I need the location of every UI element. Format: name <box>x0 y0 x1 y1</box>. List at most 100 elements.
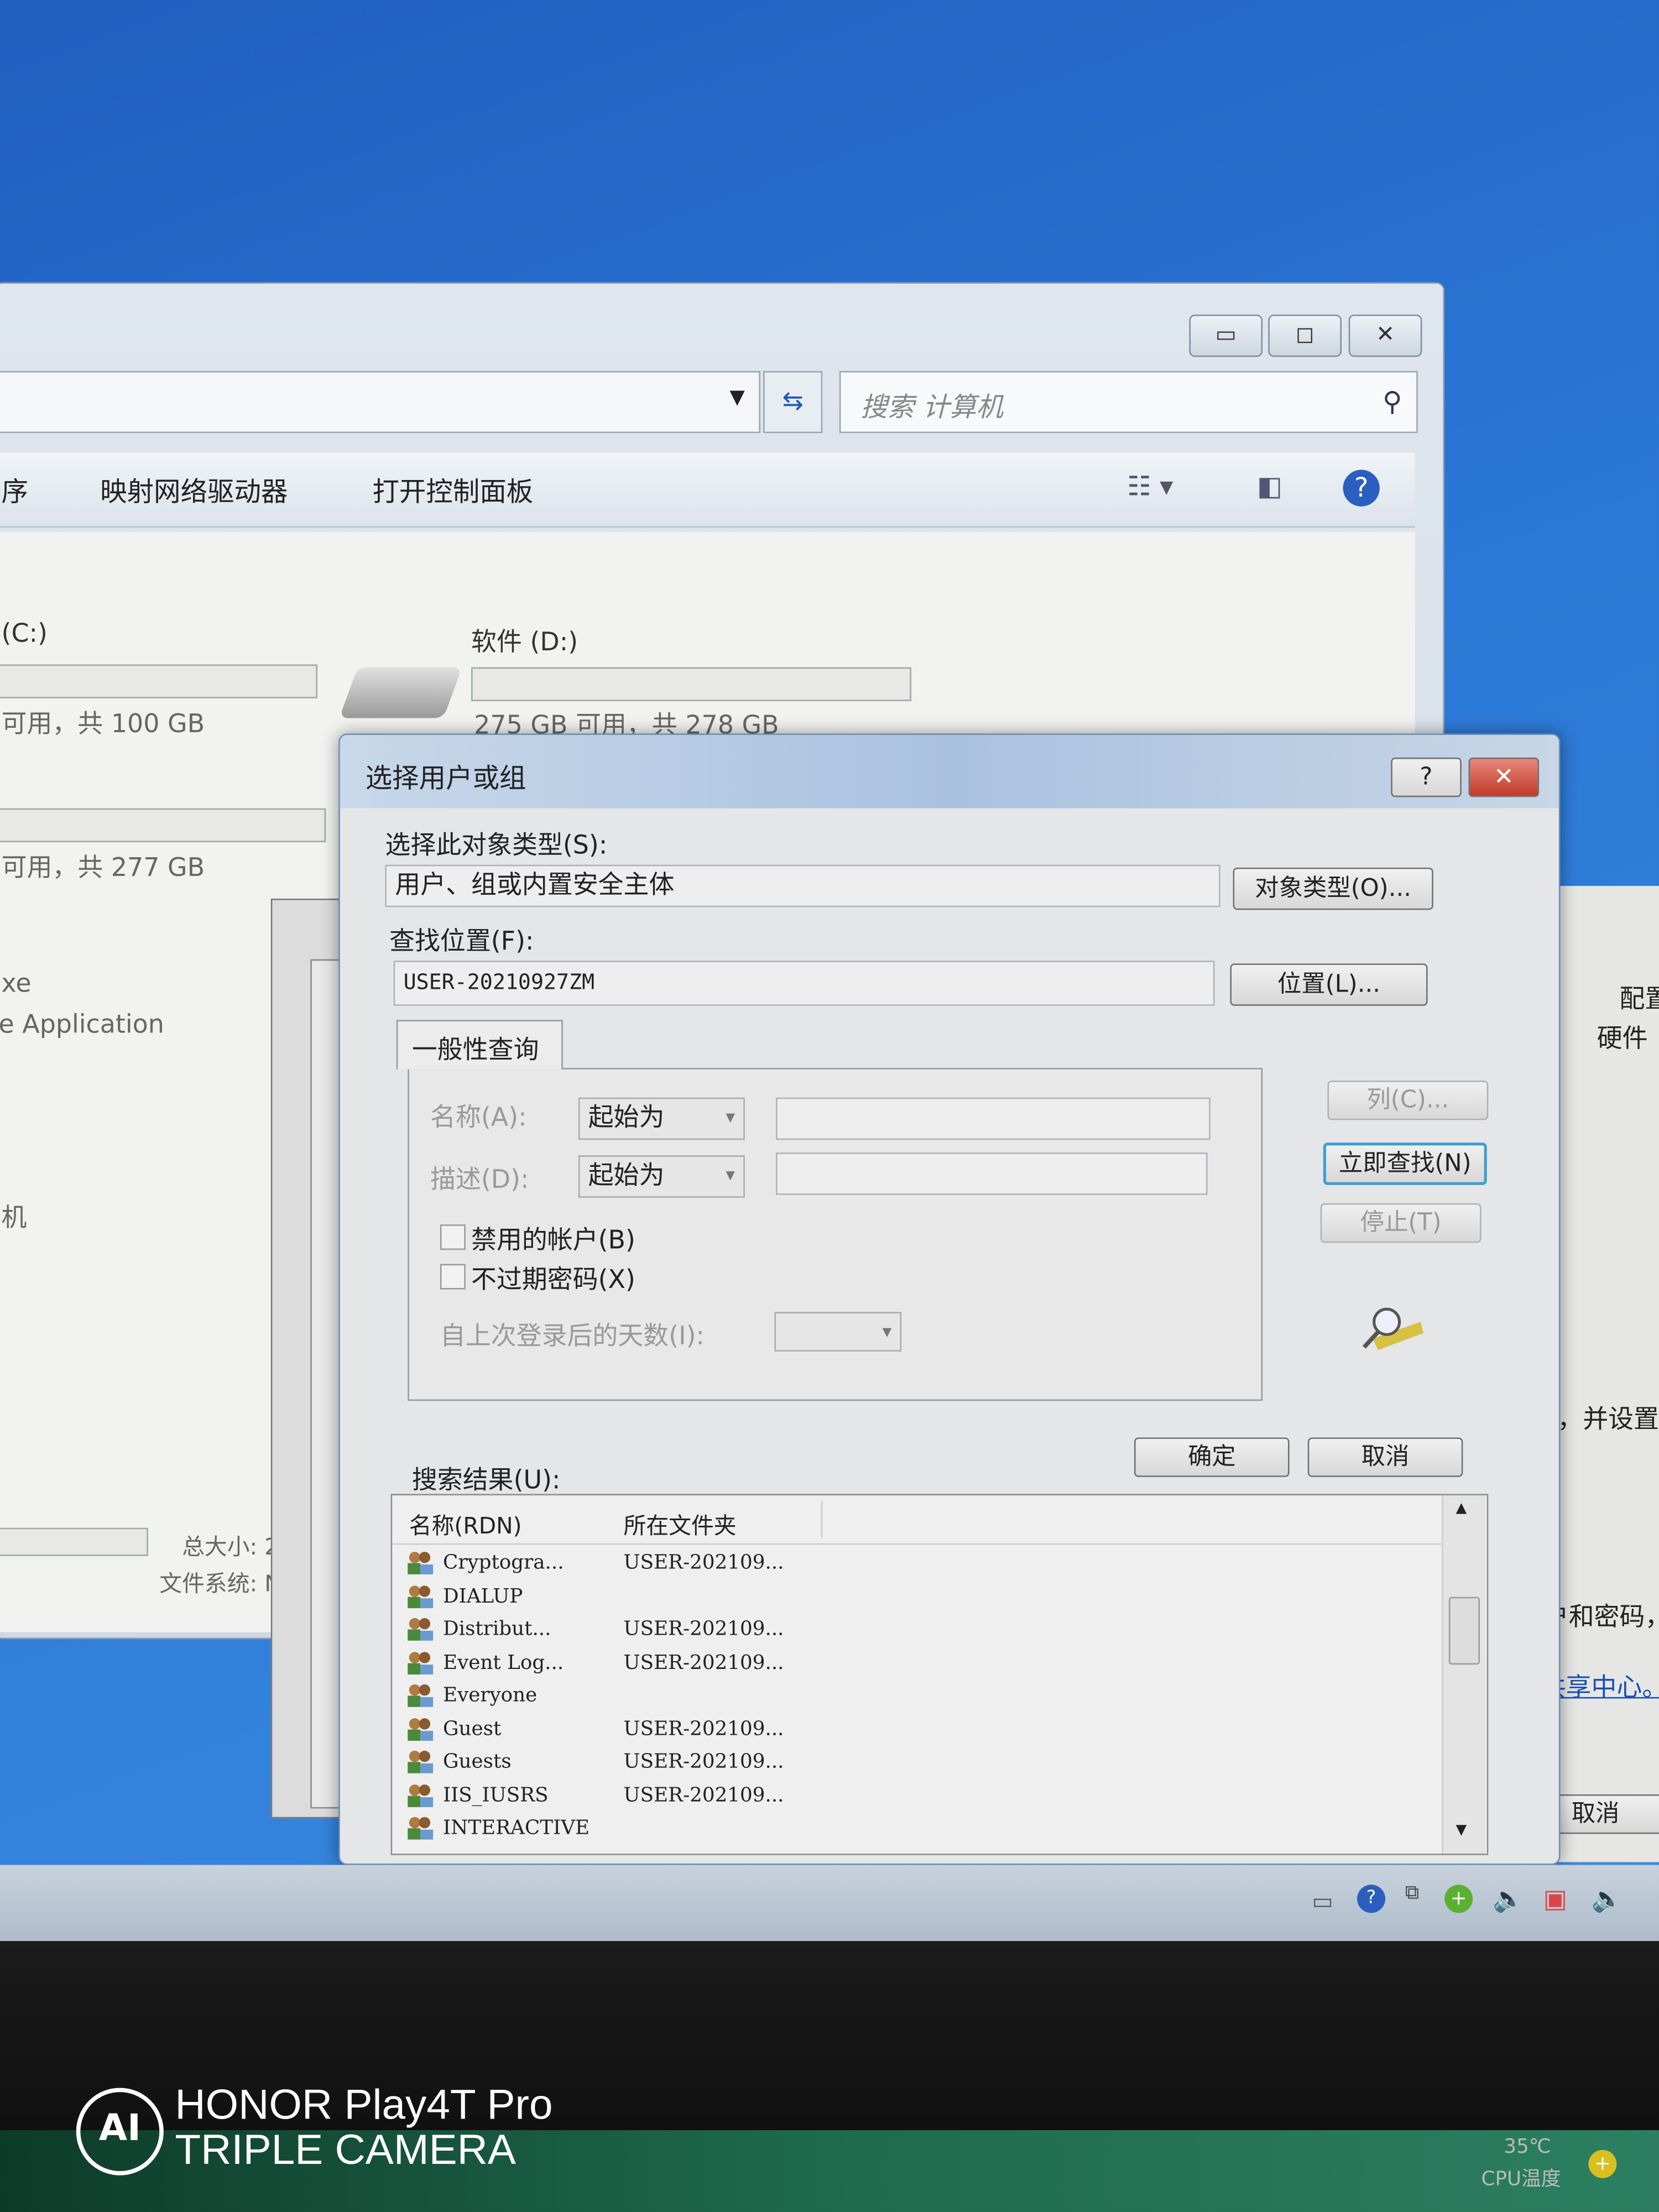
help-tray-icon[interactable]: ? <box>1357 1885 1385 1913</box>
table-row[interactable]: Everyone <box>406 1682 1422 1713</box>
query-group: 名称(A): 起始为 描述(D): 起始为 禁用的帐户(B) 不过期密码(X) … <box>408 1068 1262 1401</box>
column-header-folder[interactable]: 所在文件夹 <box>624 1506 737 1540</box>
result-name: IIS_IUSRS <box>443 1784 549 1807</box>
photo-of-screen: ▭ ◻ ✕ ▼ ⇆ 搜索 计算机 ⚲ 序 映射网络驱动器 打开控制面板 ☷ ▾ … <box>0 0 1659 2212</box>
disabled-accounts-checkbox[interactable] <box>440 1224 466 1250</box>
name-mode-select[interactable]: 起始为 <box>578 1098 745 1140</box>
watermark-camera: TRIPLE CAMERA <box>175 2127 516 2176</box>
help-icon[interactable]: ? <box>1343 469 1380 506</box>
tray-app-icon: + <box>1588 2150 1616 2178</box>
columns-button[interactable]: 列(C)... <box>1327 1081 1488 1120</box>
object-type-field: 用户、组或内置安全主体 <box>385 865 1220 907</box>
close-button[interactable]: ✕ <box>1349 315 1422 357</box>
table-row[interactable]: Distribut...USER-202109... <box>406 1615 1422 1646</box>
days-since-login-label: 自上次登录后的天数(I): <box>440 1316 705 1353</box>
dialog-title: 选择用户或组 <box>366 758 526 796</box>
object-type-label: 选择此对象类型(S): <box>385 825 607 862</box>
drive-d-label[interactable]: 软件 (D:) <box>471 622 578 659</box>
result-name: Event Log... <box>443 1651 564 1674</box>
result-folder: USER-202109... <box>624 1651 784 1674</box>
cancel-button[interactable]: 取消 <box>1308 1437 1463 1477</box>
tab-hardware[interactable]: 硬件 <box>1597 1019 1648 1055</box>
add-tray-icon[interactable]: + <box>1444 1885 1473 1913</box>
open-control-panel-button[interactable]: 打开控制面板 <box>372 471 533 509</box>
result-name: Distribut... <box>443 1618 551 1641</box>
search-icon: ⚲ <box>1383 387 1402 418</box>
minimize-button[interactable]: ▭ <box>1189 315 1262 357</box>
tab-label: 一般性查询 <box>412 1030 539 1066</box>
column-divider[interactable] <box>821 1501 823 1537</box>
table-row[interactable]: IIS_IUSRSUSER-202109... <box>406 1781 1422 1812</box>
camera-logo: AI <box>76 2088 164 2175</box>
days-since-login-select[interactable] <box>774 1312 901 1351</box>
preview-pane-icon[interactable]: ◧ <box>1257 471 1282 502</box>
group-icon <box>406 1749 435 1775</box>
details-usage-bar <box>0 1528 148 1556</box>
object-types-button[interactable]: 对象类型(O)... <box>1233 868 1433 910</box>
view-options-icon[interactable]: ☷ ▾ <box>1127 471 1173 502</box>
table-row[interactable]: GuestUSER-202109... <box>406 1715 1422 1746</box>
name-input[interactable] <box>776 1098 1211 1140</box>
watermark-model: HONOR Play4T Pro <box>175 2082 552 2130</box>
column-header-name[interactable]: 名称(RDN) <box>409 1506 522 1540</box>
stop-button[interactable]: 停止(T) <box>1321 1203 1481 1243</box>
refresh-button[interactable]: ⇆ <box>763 371 822 433</box>
group-icon <box>406 1583 435 1609</box>
group-icon <box>406 1683 435 1708</box>
locations-button[interactable]: 位置(L)... <box>1230 963 1427 1006</box>
vertical-scrollbar[interactable]: ▲ ▼ <box>1442 1495 1485 1854</box>
hard-drive-icon <box>339 667 462 718</box>
list-item[interactable]: 机 <box>2 1198 27 1234</box>
command-bar: 序 映射网络驱动器 打开控制面板 ☷ ▾ ◧ ? <box>0 453 1415 528</box>
group-icon <box>406 1815 435 1841</box>
find-now-button[interactable]: 立即查找(N) <box>1323 1142 1487 1185</box>
chevron-down-icon[interactable]: ▼ <box>729 387 745 409</box>
keyboard-icon[interactable]: ▭ <box>1312 1887 1333 1914</box>
refresh-icon: ⇆ <box>782 387 804 416</box>
volume-icon[interactable]: 🔈 <box>1493 1885 1524 1914</box>
description-mode-select[interactable]: 起始为 <box>578 1155 745 1198</box>
scrollbar-thumb[interactable] <box>1449 1597 1480 1665</box>
scroll-up-icon[interactable]: ▲ <box>1456 1501 1467 1516</box>
security-tray-icon[interactable]: ▣ <box>1543 1885 1567 1914</box>
list-item[interactable]: e Application <box>0 1010 164 1040</box>
search-input[interactable]: 搜索 计算机 ⚲ <box>839 371 1418 433</box>
speaker-icon[interactable]: 🔉 <box>1592 1885 1623 1914</box>
maximize-button[interactable]: ◻ <box>1268 315 1342 357</box>
table-row[interactable]: INTERACTIVE <box>406 1814 1422 1845</box>
drive-d-usage-bar <box>471 667 911 701</box>
table-row[interactable]: Cryptogra...USER-202109... <box>406 1549 1422 1580</box>
group-icon <box>406 1616 435 1642</box>
drive-c-label[interactable]: (C:) <box>2 619 48 649</box>
description-input[interactable] <box>776 1152 1208 1195</box>
search-results-list[interactable]: 名称(RDN) 所在文件夹 Cryptogra...USER-202109...… <box>391 1494 1489 1855</box>
taskbar: ▭ ? ⧉ + 🔈 ▣ 🔉 <box>0 1865 1659 1941</box>
group-icon <box>406 1650 435 1675</box>
result-name: Guests <box>443 1751 512 1773</box>
location-label: 查找位置(F): <box>389 921 534 958</box>
tab-config[interactable]: 配置 <box>1620 979 1659 1015</box>
address-bar[interactable]: ▼ <box>0 371 760 433</box>
close-button[interactable]: ✕ <box>1469 758 1540 797</box>
table-row[interactable]: DIALUP <box>406 1582 1422 1613</box>
drive-c-usage-bar <box>0 665 317 698</box>
result-name: Everyone <box>443 1684 537 1707</box>
table-row[interactable]: Event Log... USER-202109... <box>406 1648 1422 1679</box>
search-magnifier-icon <box>1359 1302 1426 1353</box>
ok-button[interactable]: 确定 <box>1134 1437 1290 1477</box>
table-row[interactable]: GuestsUSER-202109... <box>406 1748 1422 1779</box>
result-name: DIALUP <box>443 1585 523 1608</box>
drive-c-space: 可用，共 100 GB <box>2 704 205 740</box>
scroll-down-icon[interactable]: ▼ <box>1456 1823 1467 1838</box>
search-results-label: 搜索结果(U): <box>412 1460 561 1496</box>
group-icon <box>406 1782 435 1808</box>
result-name: INTERACTIVE <box>443 1817 589 1840</box>
network-tray-icon[interactable]: ⧉ <box>1405 1882 1420 1905</box>
toolbar-item-partial[interactable]: 序 <box>2 471 29 509</box>
tab-general-queries[interactable]: 一般性查询 <box>397 1020 563 1069</box>
non-expiring-password-checkbox[interactable] <box>440 1264 466 1290</box>
list-item[interactable]: xe <box>2 969 32 999</box>
help-button[interactable]: ? <box>1391 758 1462 797</box>
cpu-temperature: 35℃ <box>1504 2136 1551 2158</box>
map-network-drive-button[interactable]: 映射网络驱动器 <box>100 471 288 509</box>
